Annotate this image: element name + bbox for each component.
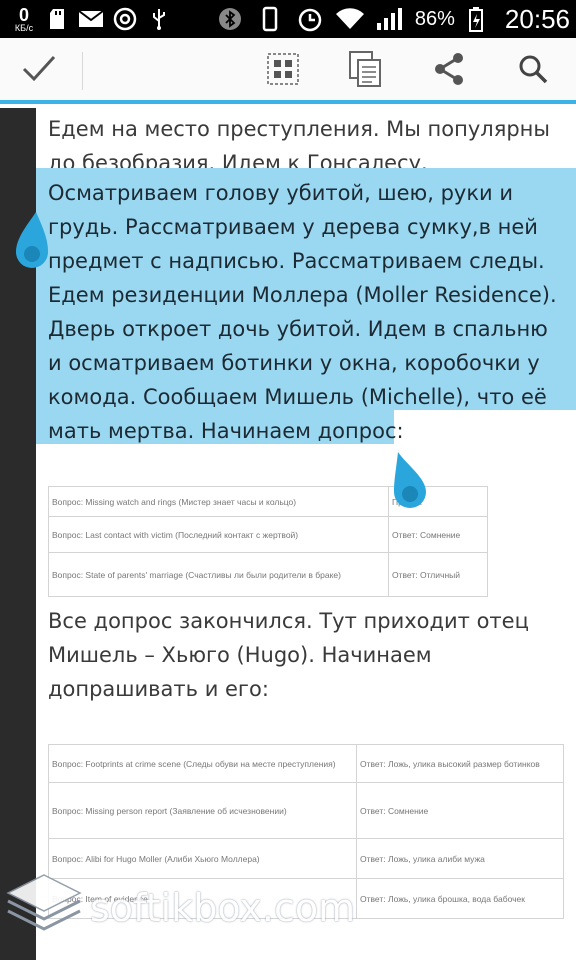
table-cell: Вопрос: Missing watch and rings (Мистер … bbox=[48, 486, 389, 517]
check-icon bbox=[21, 54, 57, 88]
paragraph-selected[interactable]: Осматриваем голову убитой, шею, руки и г… bbox=[48, 176, 568, 448]
watermark-text: softikbox.com bbox=[90, 886, 356, 930]
search-icon bbox=[518, 54, 548, 88]
mail-icon bbox=[76, 6, 106, 32]
network-speed-value: 0 bbox=[18, 4, 29, 25]
table-cell: Ответ: Отличный bbox=[388, 552, 488, 597]
wifi-icon bbox=[335, 6, 365, 32]
table-cell: Вопрос: Last contact with victim (Послед… bbox=[48, 516, 389, 553]
table-cell: Ответ: Сомнение bbox=[388, 516, 488, 553]
toolbar-divider bbox=[82, 52, 83, 90]
table-cell: Вопрос: State of parents' marriage (Счас… bbox=[48, 552, 389, 597]
table-cell: Вопрос: Missing person report (Заявление… bbox=[48, 782, 357, 839]
network-speed: 0 КБ/с bbox=[6, 6, 42, 33]
share-icon bbox=[433, 52, 465, 90]
selection-start-handle[interactable] bbox=[14, 212, 48, 268]
select-all-button[interactable] bbox=[256, 44, 310, 98]
table-row: Вопрос: Last contact with victim (Послед… bbox=[48, 516, 488, 553]
sd-card-icon bbox=[42, 6, 72, 32]
alarm-icon bbox=[295, 6, 325, 32]
copy-icon bbox=[348, 50, 382, 92]
logo-icon bbox=[4, 871, 84, 945]
selection-toolbar bbox=[0, 38, 576, 104]
at-icon bbox=[110, 6, 140, 32]
table-row: Вопрос: State of parents' marriage (Счас… bbox=[48, 552, 488, 597]
table-cell: Вопрос: Footprints at crime scene (Следы… bbox=[48, 744, 357, 783]
select-all-icon bbox=[266, 52, 300, 90]
table-cell: Ответ: Сомнение bbox=[356, 782, 564, 839]
table-row: Вопрос: Missing person report (Заявление… bbox=[48, 782, 564, 839]
copy-button[interactable] bbox=[338, 44, 392, 98]
bluetooth-icon bbox=[215, 6, 245, 32]
watermark: softikbox.com bbox=[0, 868, 576, 948]
paragraph-hugo: Все допрос закончился. Тут приходит отец… bbox=[48, 609, 529, 701]
battery-icon bbox=[461, 6, 491, 32]
done-button[interactable] bbox=[12, 44, 66, 98]
vibrate-icon bbox=[255, 6, 285, 32]
network-speed-unit: КБ/с bbox=[14, 22, 34, 33]
signal-icon bbox=[375, 6, 405, 32]
status-bar: 0 КБ/с 86% 20:56 bbox=[0, 0, 576, 38]
usb-icon bbox=[144, 6, 174, 32]
search-button[interactable] bbox=[506, 44, 560, 98]
battery-percent: 86% bbox=[414, 7, 455, 30]
document-view[interactable]: Едем на место преступления. Мы популярны… bbox=[36, 108, 576, 960]
table-cell: Ответ: Ложь, улика высокий размер ботинк… bbox=[356, 744, 564, 783]
selection-end-handle[interactable] bbox=[394, 452, 428, 508]
share-button[interactable] bbox=[422, 44, 476, 98]
table-row: Вопрос: Footprints at crime scene (Следы… bbox=[48, 744, 564, 783]
clock: 20:56 bbox=[504, 3, 570, 34]
